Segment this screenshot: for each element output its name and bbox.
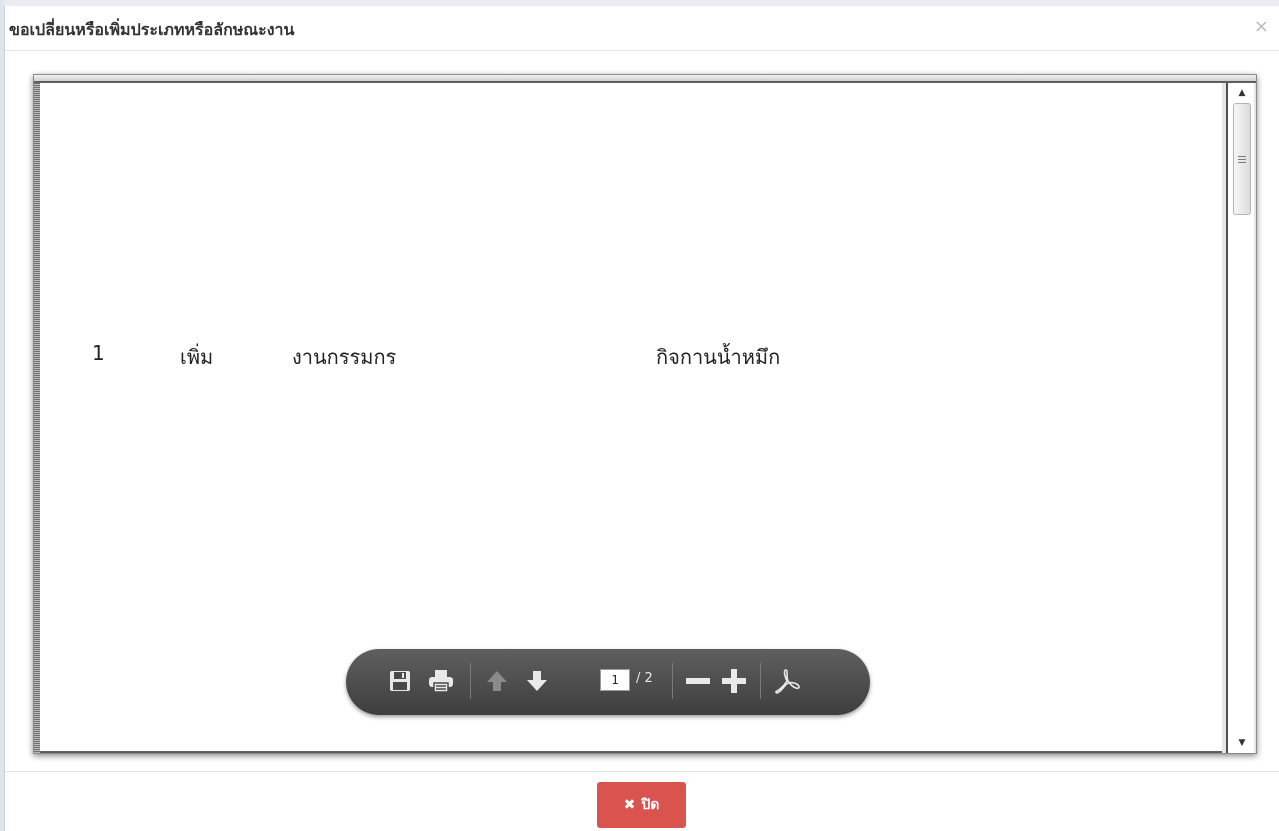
page-total: / 2 — [636, 671, 653, 686]
scroll-down-icon[interactable]: ▼ — [1232, 735, 1252, 751]
scroll-grip-icon — [1238, 156, 1246, 163]
pdf-scrollbar[interactable]: ▲ ▼ — [1226, 83, 1254, 753]
modal-dialog: ขอเปลี่ยนหรือเพิ่มประเภทหรือลักษณะงาน × … — [4, 6, 1279, 831]
toolbar-separator — [760, 663, 761, 699]
zoom-out-icon[interactable] — [682, 663, 714, 699]
toolbar-separator — [470, 663, 471, 699]
toolbar-separator — [672, 663, 673, 699]
print-icon[interactable] — [426, 663, 456, 699]
row-work-type: งานกรรมกร — [292, 345, 397, 369]
page-number-input[interactable]: 1 — [600, 669, 630, 691]
scroll-up-icon[interactable]: ▲ — [1232, 85, 1252, 101]
close-icon[interactable]: × — [1254, 18, 1269, 36]
close-button[interactable]: ✖ ปิด — [597, 782, 686, 828]
pdf-viewer-topbar — [34, 75, 1256, 83]
next-page-icon[interactable] — [522, 663, 552, 699]
pdf-toolbar: 1 / 2 — [346, 649, 870, 715]
close-button-label: ปิด — [641, 797, 660, 813]
pdf-viewer: 1 เพิ่ม งานกรรมกร กิจกานน้ำหมึก 1 / 2 ▲ … — [33, 74, 1257, 754]
row-number: 1 — [92, 341, 105, 365]
save-icon[interactable] — [386, 663, 414, 699]
acrobat-icon[interactable] — [770, 663, 804, 699]
previous-page-icon[interactable] — [482, 663, 512, 699]
zoom-in-icon[interactable] — [718, 663, 750, 699]
scroll-thumb[interactable] — [1233, 103, 1251, 215]
row-action: เพิ่ม — [180, 345, 214, 369]
modal-header: ขอเปลี่ยนหรือเพิ่มประเภทหรือลักษณะงาน × — [5, 6, 1279, 51]
close-x-icon: ✖ — [623, 797, 636, 813]
pdf-page: 1 เพิ่ม งานกรรมกร กิจกานน้ำหมึก 1 / 2 — [40, 83, 1222, 753]
row-description: กิจกานน้ำหมึก — [656, 345, 781, 369]
modal-footer: ✖ ปิด — [5, 771, 1279, 831]
modal-title: ขอเปลี่ยนหรือเพิ่มประเภทหรือลักษณะงาน — [9, 20, 295, 39]
